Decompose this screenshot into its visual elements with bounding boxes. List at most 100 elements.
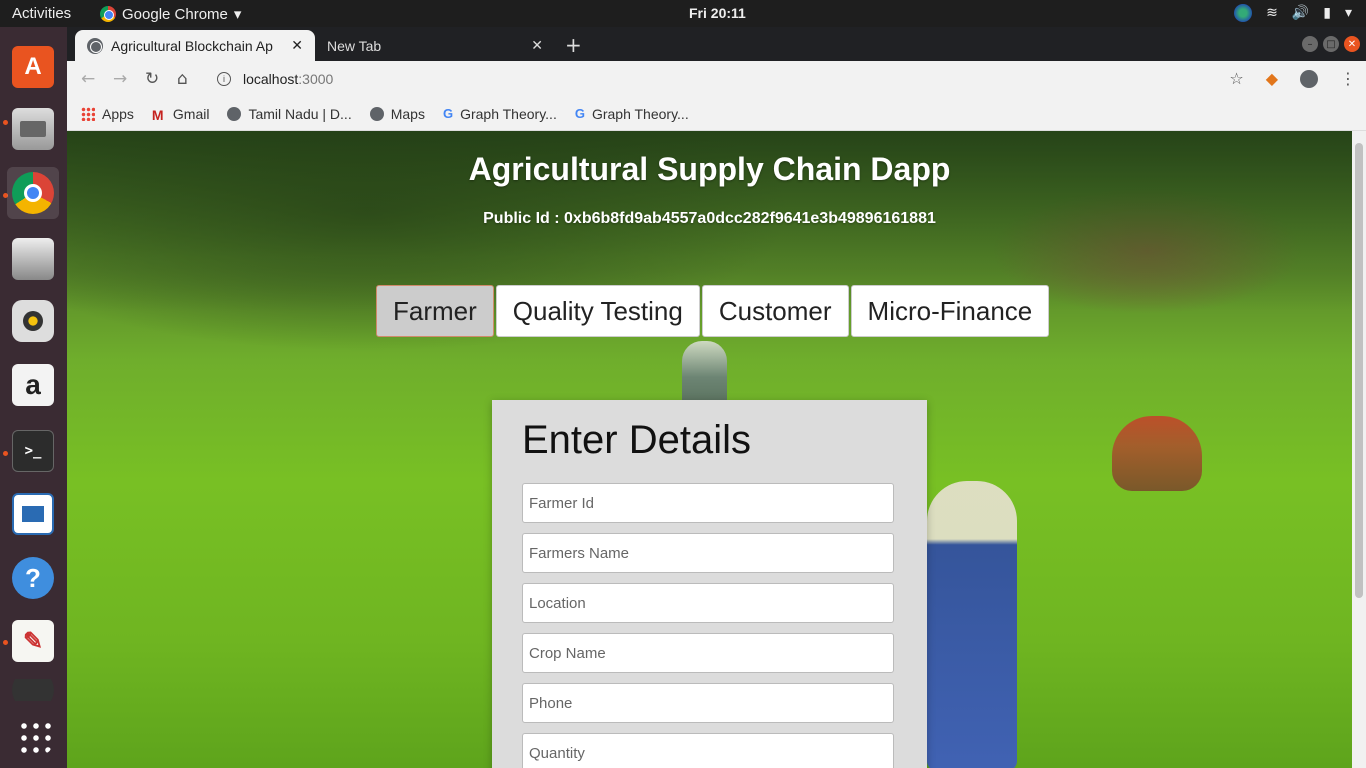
gmail-icon: M [151, 106, 164, 123]
dock-terminal[interactable]: >_ [7, 425, 59, 477]
form-heading: Enter Details [522, 418, 751, 462]
dock-rhythmbox[interactable] [7, 295, 59, 347]
chevron-down-icon: ▾ [233, 6, 242, 23]
bookmark-tamil-nadu[interactable]: Tamil Nadu | D... [227, 105, 352, 122]
help-icon: ? [12, 557, 54, 599]
amazon-icon: a [12, 364, 54, 406]
tab-farmer[interactable]: Farmer [376, 285, 494, 337]
tab-title: New Tab [327, 37, 382, 54]
dock-writer[interactable] [7, 488, 59, 540]
background-figure [927, 481, 1017, 768]
globe-icon [227, 106, 242, 121]
writer-icon [12, 493, 54, 535]
bookmark-star-icon[interactable]: ☆ [1229, 69, 1243, 88]
close-tab-icon[interactable]: ✕ [291, 37, 303, 54]
activities-button[interactable]: Activities [12, 5, 71, 22]
crop-name-input[interactable] [522, 633, 894, 673]
system-tray[interactable]: ≋ 🔊 ▮ ▾ [1234, 4, 1352, 22]
location-input[interactable] [522, 583, 894, 623]
farmer-form-card: Enter Details [492, 400, 927, 768]
dock-ubuntu-software[interactable]: A [7, 41, 59, 93]
farmer-name-input[interactable] [522, 533, 894, 573]
app-menu[interactable]: Google Chrome ▾ [100, 5, 241, 23]
back-icon[interactable]: ← [81, 69, 95, 89]
bookmark-graph-theory-2[interactable]: G Graph Theory... [575, 106, 689, 122]
tab-title: Agricultural Blockchain Ap [111, 37, 273, 54]
dock-help[interactable]: ? [7, 552, 59, 604]
address-bar[interactable]: i localhost:3000 [207, 65, 1215, 93]
dock: A a >_ ? ✎ [0, 27, 67, 768]
battery-icon: ▮ [1323, 5, 1331, 21]
page-title: Agricultural Supply Chain Dapp [468, 151, 951, 187]
volume-icon: 🔊 [1291, 5, 1310, 21]
new-tab-button[interactable]: + [565, 33, 582, 57]
public-id: Public Id : 0xb6b8fd9ab4557a0dcc282f9641… [483, 210, 936, 227]
tab-new-tab[interactable]: New Tab ✕ [315, 30, 555, 61]
metamask-tray-icon[interactable] [1234, 4, 1253, 22]
chrome-icon [100, 6, 116, 22]
background-figure [1112, 416, 1202, 491]
bookmark-label: Graph Theory... [460, 105, 557, 122]
toolbar-actions: ☆ ◆ ⋮ [1229, 69, 1356, 88]
quantity-input[interactable] [522, 733, 894, 768]
google-icon: G [442, 106, 454, 121]
minimize-icon[interactable]: – [1302, 36, 1318, 52]
metamask-extension-icon[interactable]: ◆ [1266, 69, 1278, 88]
clock[interactable]: Fri 20:11 [689, 5, 746, 21]
bookmark-label: Graph Theory... [591, 105, 689, 122]
forward-icon[interactable]: → [113, 69, 127, 89]
farmer-id-input[interactable] [522, 483, 894, 523]
url-port: :3000 [298, 71, 334, 87]
app-menu-label: Google Chrome [122, 5, 228, 23]
chevron-down-icon: ▾ [1344, 5, 1352, 21]
window-controls: – □ ✕ [1302, 36, 1360, 52]
url-host: localhost [243, 71, 299, 87]
bookmark-label: Gmail [172, 105, 210, 122]
dock-text-editor[interactable]: ✎ [7, 615, 59, 667]
page-viewport: Agricultural Supply Chain Dapp Public Id… [67, 131, 1366, 768]
bookmark-label: Apps [102, 105, 134, 122]
google-icon: G [574, 106, 585, 121]
bookmarks-bar: Apps M Gmail Tamil Nadu | D... Maps G Grap… [67, 97, 1366, 131]
tab-strip: Agricultural Blockchain Ap ✕ New Tab ✕ +… [67, 27, 1366, 61]
bookmark-label: Tamil Nadu | D... [248, 105, 352, 122]
dock-webcam[interactable] [7, 679, 59, 701]
dock-files[interactable] [7, 103, 59, 155]
show-apps-icon [15, 717, 51, 753]
bookmark-maps[interactable]: Maps [369, 105, 425, 122]
close-window-icon[interactable]: ✕ [1344, 36, 1360, 52]
bookmark-apps[interactable]: Apps [81, 106, 134, 122]
text-editor-icon: ✎ [12, 620, 54, 662]
site-info-icon[interactable]: i [217, 72, 231, 86]
dock-amazon[interactable]: a [7, 359, 59, 411]
tab-micro-finance[interactable]: Micro-Finance [850, 285, 1050, 337]
dock-chrome[interactable] [7, 167, 59, 219]
page-scrollbar[interactable] [1352, 131, 1366, 768]
bookmark-gmail[interactable]: M Gmail [151, 105, 210, 123]
ubuntu-software-icon: A [12, 46, 54, 88]
menu-icon[interactable]: ⋮ [1340, 69, 1356, 88]
scrollbar-thumb[interactable] [1355, 143, 1363, 598]
bookmark-graph-theory-1[interactable]: G Graph Theory... [443, 106, 557, 122]
bookmark-label: Maps [390, 105, 425, 122]
close-tab-icon[interactable]: ✕ [531, 37, 543, 54]
show-applications-button[interactable] [7, 709, 59, 761]
profile-icon[interactable] [1300, 69, 1318, 88]
home-icon[interactable]: ⌂ [177, 69, 188, 89]
chrome-icon [12, 172, 54, 214]
maximize-icon[interactable]: □ [1323, 36, 1339, 52]
chrome-window: Agricultural Blockchain Ap ✕ New Tab ✕ +… [67, 27, 1366, 768]
terminal-icon: >_ [12, 430, 54, 472]
files-icon [12, 108, 54, 150]
role-tabs: Farmer Quality Testing Customer Micro-Fi… [376, 285, 1050, 337]
dock-scanner[interactable] [7, 233, 59, 285]
tab-customer[interactable]: Customer [701, 285, 849, 337]
globe-icon [87, 37, 103, 54]
tab-quality-testing[interactable]: Quality Testing [495, 285, 700, 337]
globe-icon [369, 106, 384, 121]
phone-input[interactable] [522, 683, 894, 723]
system-top-bar: Activities Google Chrome ▾ Fri 20:11 ≋ 🔊… [0, 0, 1366, 27]
reload-icon[interactable]: ↻ [145, 69, 159, 89]
tab-agricultural-blockchain[interactable]: Agricultural Blockchain Ap ✕ [75, 30, 315, 61]
apps-grid-icon [81, 106, 95, 121]
